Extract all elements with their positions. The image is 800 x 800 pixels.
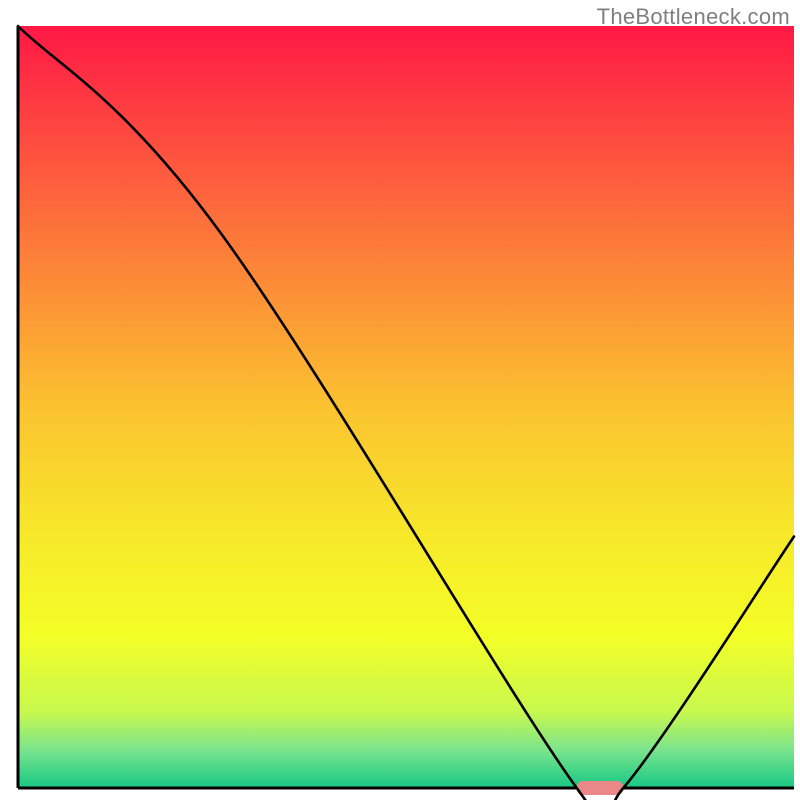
bottleneck-chart	[0, 0, 800, 800]
optimal-marker	[577, 781, 624, 795]
watermark-text: TheBottleneck.com	[597, 4, 790, 30]
plot-background	[18, 26, 794, 788]
chart-container: TheBottleneck.com	[0, 0, 800, 800]
